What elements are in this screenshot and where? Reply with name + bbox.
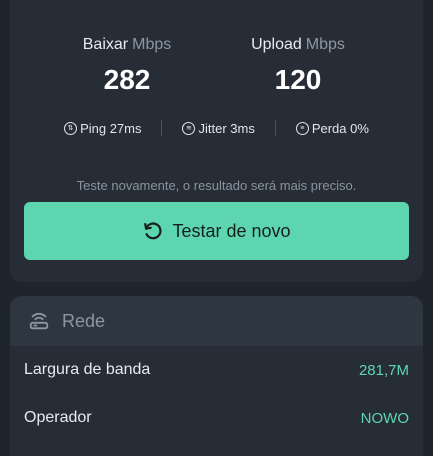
retest-button[interactable]: Testar de novo: [24, 202, 409, 260]
operator-label: Operador: [24, 409, 92, 426]
stats-row: ⇅ Ping 27ms ≋ Jitter 3ms ≡ Perda 0%: [10, 120, 423, 136]
upload-unit: Mbps: [305, 36, 345, 53]
network-title: Rede: [62, 310, 106, 331]
network-header: Rede: [10, 296, 423, 346]
router-icon: [29, 312, 49, 330]
upload-label: Upload: [251, 36, 302, 53]
jitter-text: Jitter 3ms: [198, 120, 255, 136]
jitter-stat: ≋ Jitter 3ms: [182, 120, 255, 136]
download-metric: Baixar Mbps 282: [47, 36, 207, 96]
jitter-icon: ≋: [182, 121, 196, 135]
ping-text: Ping 27ms: [80, 120, 142, 136]
upload-metric: Upload Mbps 120: [218, 36, 378, 96]
loss-icon: ≡: [295, 121, 309, 135]
loss-text: Perda 0%: [311, 120, 369, 136]
retest-button-label: Testar de novo: [172, 220, 291, 241]
download-value: 282: [103, 64, 151, 95]
refresh-icon: [144, 222, 162, 240]
download-label: Baixar: [82, 36, 129, 53]
bandwidth-label: Largura de banda: [24, 361, 151, 378]
ping-icon: ⇅: [64, 121, 78, 135]
loss-stat: ≡ Perda 0%: [295, 120, 369, 136]
stat-divider: [161, 120, 163, 136]
list-item-bandwidth: Largura de banda 281,7M: [10, 346, 423, 394]
stat-divider: [274, 120, 276, 136]
operator-value: NOWO: [360, 409, 409, 427]
list-item-operator: Operador NOWO: [10, 394, 423, 442]
retest-hint: Teste novamente, o resultado será mais p…: [76, 178, 357, 193]
network-card: Rede Largura de banda 281,7M Operador NO…: [10, 296, 423, 456]
ping-stat: ⇅ Ping 27ms: [64, 121, 141, 136]
upload-value: 120: [274, 64, 322, 95]
results-card: Baixar Mbps 282 Upload Mbps 120 ⇅ Ping 27m…: [10, 0, 423, 282]
bandwidth-value: 281,7M: [358, 361, 409, 379]
download-unit: Mbps: [132, 36, 172, 53]
